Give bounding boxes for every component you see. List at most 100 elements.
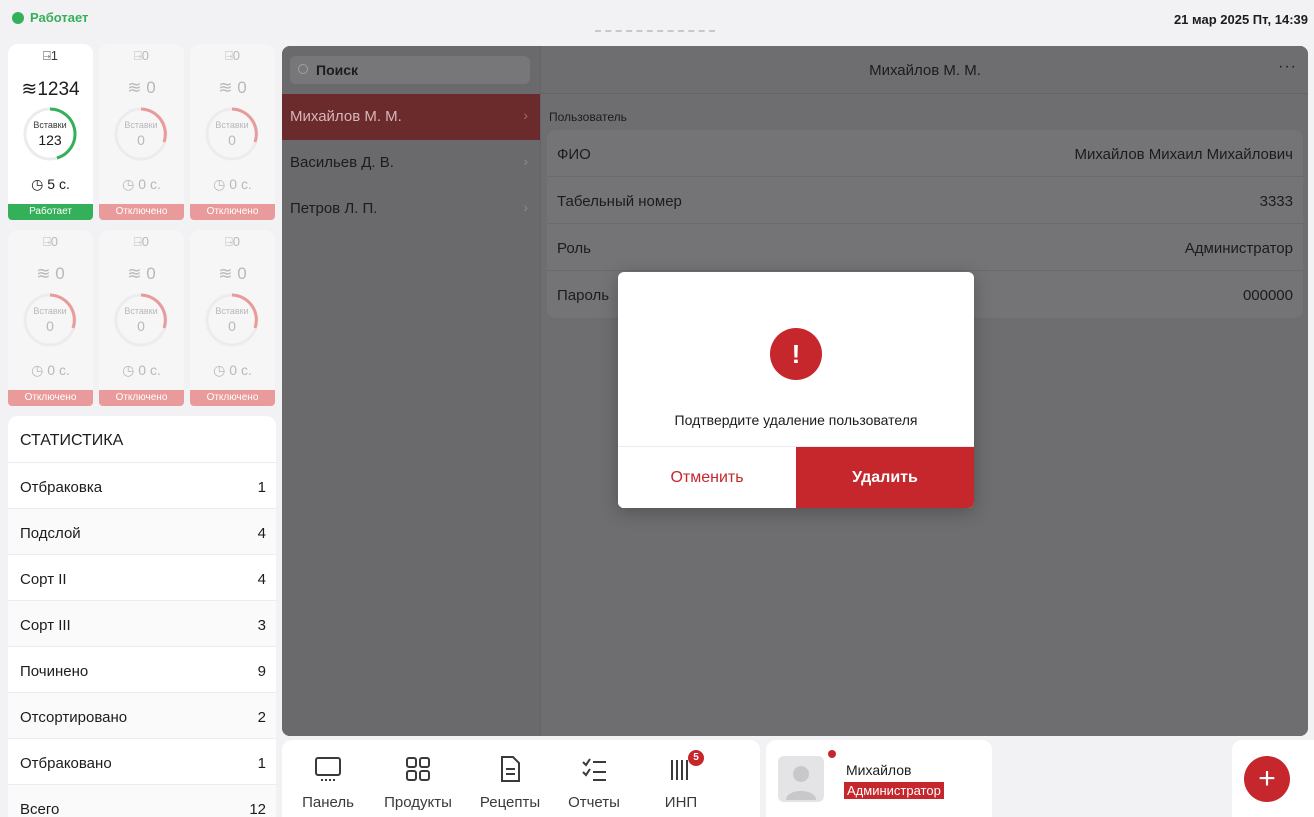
user-field[interactable]: Табельный номер 3333 [547,177,1303,224]
status-bar: Работает 21 мар 2025 Пт, 14:39 [0,0,1314,40]
scan-icon: ⍈ [133,48,142,63]
device-code-value: 1 [50,48,59,63]
user-silhouette-icon [786,766,816,800]
tab-products[interactable]: Продукты [374,748,462,814]
statistics-row: Сорт III 3 [8,600,276,646]
datetime: 21 мар 2025 Пт, 14:39 [1173,12,1308,27]
scan-icon: ⍈ [42,48,51,63]
system-status: Работает [12,10,88,25]
device-code-value: 0 [141,48,150,63]
tab-reports[interactable]: Отчеты [550,748,638,814]
layers-icon: ≋ [218,78,233,97]
user-detail-header: Михайлов М. М. ··· [541,46,1308,94]
tab-recipes[interactable]: Рецепты [466,748,554,814]
tab-label: Отчеты [568,794,620,811]
device-code-value: 0 [232,48,241,63]
tab-panel[interactable]: Панель [284,748,372,814]
device-card[interactable]: ⍈0 ≋ 0 Вставки 0 ◷ 0 с. Отключено [190,230,275,416]
clock-icon: ◷ [213,176,226,192]
add-button[interactable]: + [1244,756,1290,802]
device-code: ⍈0 [99,48,184,64]
user-field-value: 3333 [1259,193,1293,210]
tab-inp[interactable]: 5 ИНП [654,748,708,814]
avatar [778,756,824,802]
device-time: ◷ 0 с. [190,362,275,379]
cancel-button[interactable]: Отменить [618,447,796,508]
gauge-value: 123 [38,132,62,148]
device-card[interactable]: ⍈0 ≋ 0 Вставки 0 ◷ 0 с. Отключено [190,44,275,230]
statistics-label: Сорт II [20,571,67,588]
system-status-label: Работает [30,10,89,25]
device-count: ≋ 0 [190,78,275,98]
confirm-delete-dialog: ! Подтвердите удаление пользователя Отме… [618,272,974,508]
device-count: ≋ 0 [8,264,93,284]
more-icon[interactable]: ··· [1278,58,1297,76]
scan-icon: ⍈ [224,48,233,63]
device-count: ≋ 0 [99,264,184,284]
device-count: ≋ 0 [99,78,184,98]
status-dot-icon [12,11,24,24]
device-code: ⍈0 [8,234,93,250]
inserts-gauge: Вставки 0 [108,292,174,348]
device-count: ≋ 0 [190,264,275,284]
tab-label: Продукты [384,794,452,811]
delete-button[interactable]: Удалить [796,447,974,508]
search-placeholder: Поиск [316,62,359,78]
current-user-card[interactable]: Михайлов Администратор [766,740,992,817]
gauge-label: Вставки [33,306,67,316]
device-count-value: 0 [55,264,65,283]
device-card[interactable]: ⍈0 ≋ 0 Вставки 0 ◷ 0 с. Отключено [99,44,184,230]
gauge-label: Вставки [215,120,249,130]
device-code-value: 0 [232,234,241,249]
statistics-value: 9 [257,663,266,680]
user-field[interactable]: ФИО Михайлов Михаил Михайлович [547,130,1303,177]
device-code: ⍈0 [190,48,275,64]
device-card[interactable]: ⍈0 ≋ 0 Вставки 0 ◷ 0 с. Отключено [8,230,93,416]
search-icon [298,64,308,74]
device-state-badge: Отключено [99,204,184,220]
device-time: ◷ 0 с. [99,362,184,379]
device-state-badge: Отключено [190,204,275,220]
statistics-label: Отбраковка [20,479,103,496]
user-field-value: Администратор [1184,240,1293,257]
current-user-name: Михайлов [846,762,912,778]
device-code: ⍈1 [8,48,93,64]
chevron-right-icon: › [523,199,528,215]
tab-label: Панель [302,794,354,811]
statistics-value: 3 [257,617,266,634]
grid-icon [406,757,430,781]
gauge-value: 0 [137,318,145,334]
device-state-badge: Работает [8,204,93,220]
user-field-label: Пароль [557,287,610,304]
device-card[interactable]: ⍈0 ≋ 0 Вставки 0 ◷ 0 с. Отключено [99,230,184,416]
clock-icon: ◷ [213,362,226,378]
top-handle [595,30,715,32]
search-input[interactable]: Поиск [290,56,530,84]
gauge-value: 0 [46,318,54,334]
statistics-label: Отсортировано [20,709,128,726]
section-label: Пользователь [549,110,627,124]
statistics-value: 2 [257,709,266,726]
alert-icon: ! [770,328,822,380]
user-list-item[interactable]: Петров Л. П. › [282,186,540,232]
statistics-row: Отбраковка 1 [8,462,276,508]
device-card[interactable]: ⍈1 ≋1234 Вставки 123 ◷ 5 с. Работает [8,44,93,230]
tab-label: Рецепты [479,794,541,811]
inserts-gauge: Вставки 0 [17,292,83,348]
device-count-value: 0 [237,264,247,283]
gauge-label: Вставки [215,306,249,316]
statistics-row: Всего 12 [8,784,276,817]
user-field[interactable]: Роль Администратор [547,224,1303,271]
device-time: ◷ 0 с. [99,176,184,193]
statistics-row: Починено 9 [8,646,276,692]
user-field-value: Михайлов Михаил Михайлович [1074,146,1293,163]
gauge-value: 0 [228,318,236,334]
user-list-item[interactable]: Михайлов М. М. › [282,94,540,140]
statistics-row: Отсортировано 2 [8,692,276,738]
device-count-value: 1234 [37,79,80,100]
fab-container: + [1232,740,1314,817]
user-list-item[interactable]: Васильев Д. В. › [282,140,540,186]
device-time-value: 0 с. [47,362,70,378]
statistics-value: 1 [257,755,266,772]
statistics-label: Всего [20,801,60,817]
